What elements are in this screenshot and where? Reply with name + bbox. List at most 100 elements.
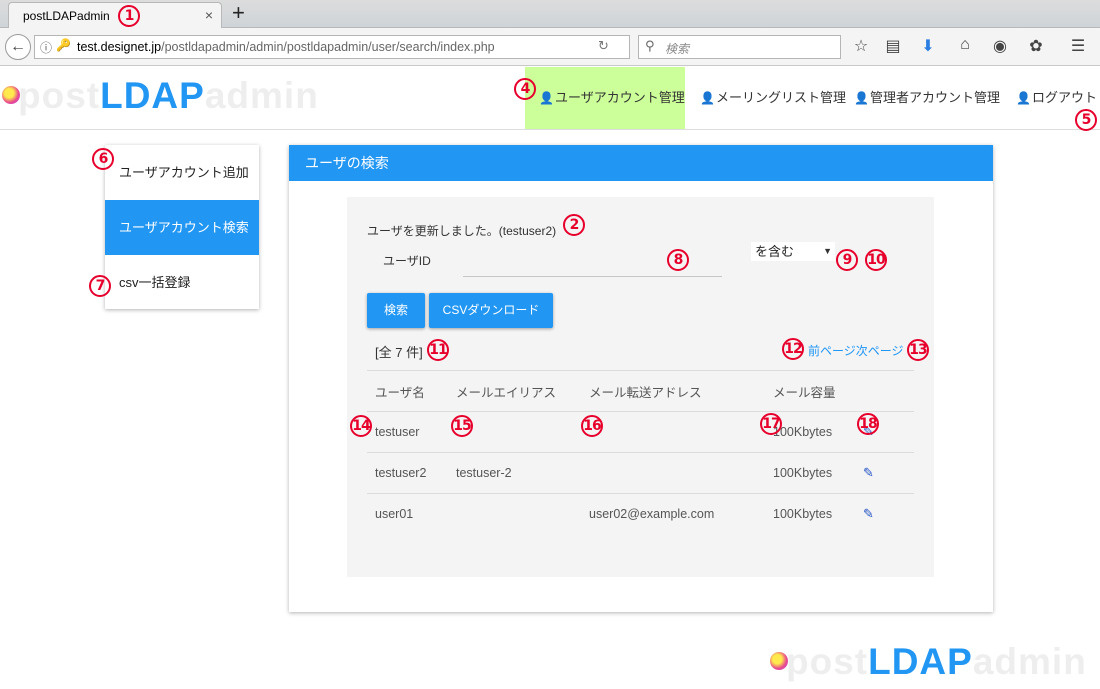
marker-18: 18 bbox=[857, 413, 879, 435]
column-header: メールエイリアス bbox=[456, 370, 589, 412]
app-logo[interactable]: postLDAPadmin bbox=[18, 75, 319, 117]
cell-forward bbox=[589, 452, 773, 494]
status-message: ユーザを更新しました。(testuser2) bbox=[367, 224, 557, 238]
table-header: ユーザ名 メールエイリアス メール転送アドレス メール容量 bbox=[367, 370, 914, 412]
close-icon[interactable]: × bbox=[205, 7, 213, 23]
marker-14: 14 bbox=[350, 415, 372, 437]
browser-search-input[interactable]: ⚲ 検索 bbox=[638, 35, 841, 59]
nav-label: 管理者アカウント管理 bbox=[869, 90, 1000, 105]
marker-6: 6 bbox=[92, 148, 114, 170]
pencil-icon[interactable]: ✎ bbox=[863, 506, 874, 522]
cell-forward bbox=[589, 411, 773, 453]
user-icon: 👤 bbox=[854, 91, 869, 105]
marker-4: 4 bbox=[514, 78, 536, 100]
nav-label: ユーザアカウント管理 bbox=[554, 90, 685, 105]
nav-mailing-list[interactable]: 👤メーリングリスト管理 bbox=[700, 67, 846, 129]
cell-user: testuser bbox=[367, 411, 456, 453]
key-icon: 🔑 bbox=[56, 38, 71, 52]
cell-alias bbox=[456, 411, 589, 453]
tab-title: postLDAPadmin bbox=[23, 9, 110, 23]
user-icon: 👤 bbox=[1016, 91, 1031, 105]
logo-text-ldap: LDAP bbox=[868, 641, 973, 682]
marker-16: 16 bbox=[581, 415, 603, 437]
download-icon[interactable]: ⬇ bbox=[918, 36, 938, 56]
cell-quota: 100Kbytes bbox=[773, 411, 863, 453]
sidebar-item-label: ユーザアカウント検索 bbox=[119, 220, 249, 235]
marker-10: 10 bbox=[865, 249, 887, 271]
marker-15: 15 bbox=[451, 415, 473, 437]
marker-11: 11 bbox=[427, 339, 449, 361]
user-icon: 👤 bbox=[700, 91, 715, 105]
sidebar-item-search-user[interactable]: ユーザアカウント検索 bbox=[105, 200, 259, 255]
marker-5: 5 bbox=[1075, 109, 1097, 131]
sidebar-item-add-user[interactable]: ユーザアカウント追加 bbox=[105, 145, 259, 200]
star-icon[interactable]: ☆ bbox=[851, 36, 871, 56]
url-domain: test.designet.jp bbox=[77, 40, 162, 54]
extension-icon[interactable]: ✿ bbox=[1026, 36, 1046, 56]
pencil-icon[interactable]: ✎ bbox=[863, 465, 874, 481]
marker-17: 17 bbox=[760, 413, 782, 435]
browser-tab[interactable]: postLDAPadmin × bbox=[8, 2, 222, 29]
cell-alias: testuser-2 bbox=[456, 452, 589, 494]
marker-1: 1 bbox=[118, 5, 140, 27]
cell-alias bbox=[456, 493, 589, 535]
csv-download-button[interactable]: CSVダウンロード bbox=[429, 293, 553, 328]
column-header: ユーザ名 bbox=[367, 370, 456, 412]
sidebar-item-label: csv一括登録 bbox=[119, 275, 191, 290]
search-button[interactable]: 検索 bbox=[367, 293, 425, 328]
user-icon: 👤 bbox=[539, 91, 554, 105]
back-icon[interactable]: ← bbox=[5, 34, 31, 60]
home-icon[interactable]: ⌂ bbox=[955, 36, 975, 54]
chevron-down-icon: ▼ bbox=[823, 246, 832, 256]
marker-2: 2 bbox=[563, 214, 585, 236]
marker-8: 8 bbox=[667, 249, 689, 271]
table-row: testuser 100Kbytes ✎ bbox=[367, 411, 914, 453]
sidebar-item-csv-import[interactable]: csv一括登録 bbox=[105, 255, 259, 310]
reload-icon[interactable]: ↻ bbox=[598, 38, 609, 54]
pocket-icon[interactable]: ◉ bbox=[990, 36, 1010, 56]
marker-12: 12 bbox=[782, 338, 804, 360]
sidebar-item-label: ユーザアカウント追加 bbox=[119, 165, 249, 180]
logo-text-post: post bbox=[18, 75, 101, 116]
column-header bbox=[863, 370, 914, 412]
result-count: [全 7 件] bbox=[375, 345, 423, 360]
column-header: メール容量 bbox=[773, 370, 863, 412]
column-header: メール転送アドレス bbox=[589, 370, 773, 412]
cell-quota: 100Kbytes bbox=[773, 452, 863, 494]
nav-user-account[interactable]: 👤ユーザアカウント管理 bbox=[525, 67, 685, 129]
next-page-link[interactable]: 次ページ bbox=[856, 344, 904, 358]
table-row: testuser2 testuser-2 100Kbytes ✎ bbox=[367, 452, 914, 494]
logo-text-ldap: LDAP bbox=[100, 75, 205, 116]
search-panel: ユーザの検索 ユーザを更新しました。(testuser2) ユーザID を含む … bbox=[289, 145, 993, 612]
browser-tab-bar: postLDAPadmin × + bbox=[0, 0, 1100, 29]
cell-user: user01 bbox=[367, 493, 456, 535]
prev-page-link[interactable]: 前ページ bbox=[808, 344, 856, 358]
marker-13: 13 bbox=[907, 339, 929, 361]
sidebar: ユーザアカウント追加 ユーザアカウント検索 csv一括登録 bbox=[105, 145, 259, 309]
url-text[interactable]: test.designet.jp/postldapadmin/admin/pos… bbox=[77, 40, 495, 54]
search-icon: ⚲ bbox=[645, 38, 655, 53]
nav-label: ログアウト bbox=[1031, 90, 1097, 105]
cell-quota: 100Kbytes bbox=[773, 493, 863, 535]
table-row: user01 user02@example.com 100Kbytes ✎ bbox=[367, 493, 914, 535]
reader-icon[interactable]: ▤ bbox=[883, 36, 903, 56]
match-type-select[interactable]: を含む ▼ bbox=[751, 242, 835, 261]
info-icon[interactable]: ⓘ bbox=[40, 39, 52, 56]
url-bar[interactable]: ⓘ 🔑 test.designet.jp/postldapadmin/admin… bbox=[34, 35, 630, 59]
panel-title: ユーザの検索 bbox=[289, 145, 993, 181]
footer-logo: postLDAPadmin bbox=[786, 641, 1087, 683]
logo-text-admin: admin bbox=[204, 75, 319, 116]
url-path: /postldapadmin/admin/postldapadmin/user/… bbox=[161, 40, 495, 54]
marker-9: 9 bbox=[836, 249, 858, 271]
nav-label: メーリングリスト管理 bbox=[715, 90, 846, 105]
new-tab-icon[interactable]: + bbox=[232, 1, 245, 25]
nav-admin-account[interactable]: 👤管理者アカウント管理 bbox=[854, 67, 1000, 129]
cell-user: testuser2 bbox=[367, 452, 456, 494]
marker-7: 7 bbox=[89, 275, 111, 297]
menu-icon[interactable]: ☰ bbox=[1068, 36, 1088, 56]
user-table: ユーザ名 メールエイリアス メール転送アドレス メール容量 testuser 1… bbox=[367, 370, 914, 535]
uid-label: ユーザID bbox=[383, 254, 431, 268]
search-placeholder: 検索 bbox=[665, 42, 690, 56]
logo-text-admin: admin bbox=[972, 641, 1087, 682]
logo-text-post: post bbox=[786, 641, 869, 682]
